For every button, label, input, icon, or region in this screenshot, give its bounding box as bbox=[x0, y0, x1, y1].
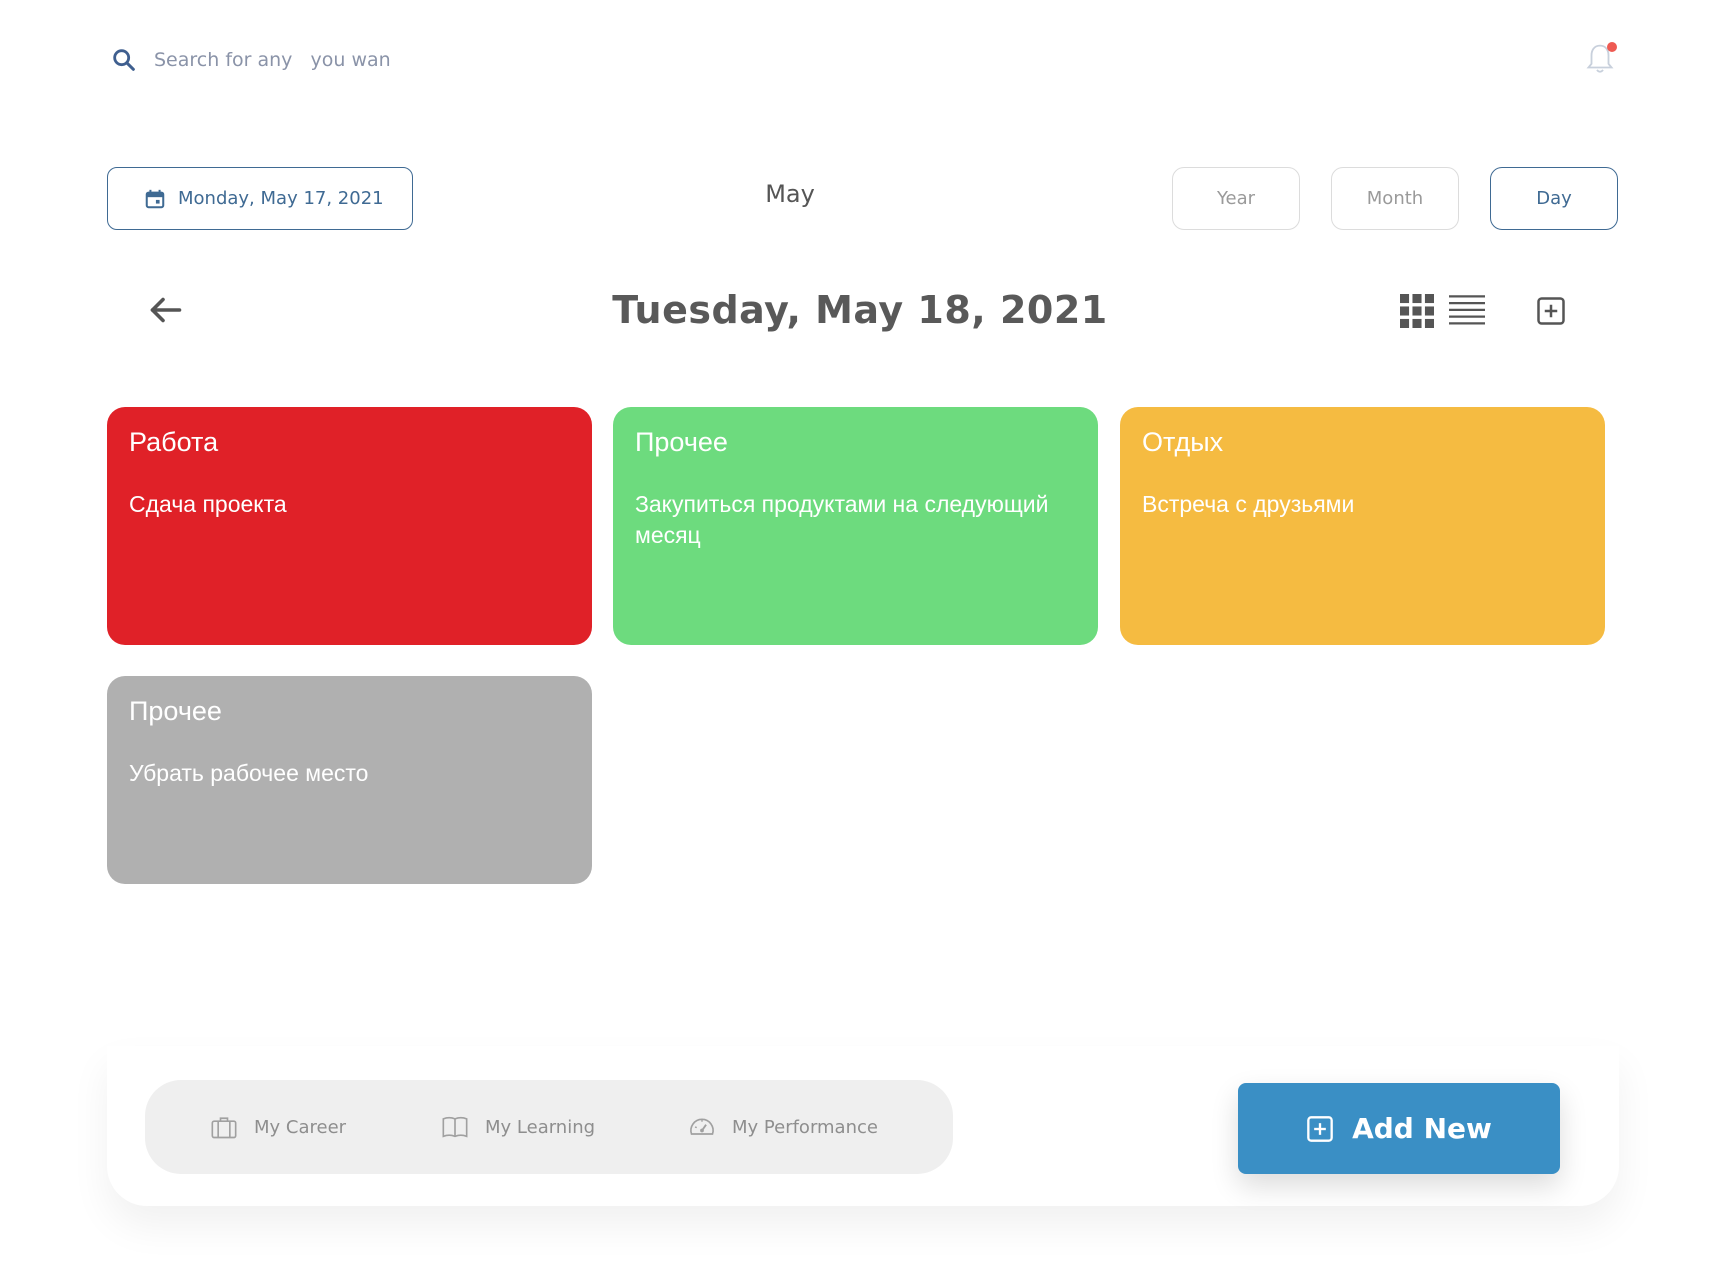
notification-button[interactable] bbox=[1585, 38, 1621, 78]
view-day-button[interactable]: Day bbox=[1490, 167, 1618, 230]
tab-my-career[interactable]: My Career bbox=[210, 1108, 346, 1146]
month-title: May bbox=[765, 180, 815, 208]
add-event-button[interactable] bbox=[1536, 296, 1566, 326]
date-picker-label: Monday, May 17, 2021 bbox=[178, 188, 384, 209]
speedometer-icon bbox=[690, 1118, 714, 1135]
tab-label: My Career bbox=[254, 1116, 347, 1138]
tab-my-learning[interactable]: My Learning bbox=[441, 1108, 595, 1146]
grid-view-button[interactable] bbox=[1400, 294, 1434, 328]
tab-label: My Performance bbox=[732, 1116, 878, 1138]
add-new-button[interactable]: Add New bbox=[1238, 1083, 1560, 1174]
list-view-button[interactable] bbox=[1449, 294, 1485, 328]
tab-my-performance[interactable]: My Performance bbox=[688, 1108, 878, 1146]
event-description: Закупиться продуктами на следующий месяц bbox=[635, 491, 1049, 548]
search-icon bbox=[113, 49, 135, 71]
back-button[interactable] bbox=[148, 292, 184, 328]
search-bar[interactable] bbox=[110, 40, 530, 80]
event-card[interactable]: Прочее Закупиться продуктами на следующи… bbox=[613, 407, 1098, 645]
event-category: Прочее bbox=[635, 427, 728, 457]
view-year-button[interactable]: Year bbox=[1172, 167, 1300, 230]
add-square-icon bbox=[1307, 1115, 1333, 1142]
event-category: Прочее bbox=[129, 696, 222, 726]
event-description: Сдача проекта bbox=[129, 491, 287, 517]
view-month-button[interactable]: Month bbox=[1331, 167, 1459, 230]
event-card[interactable]: Отдых Встреча с друзьями bbox=[1120, 407, 1605, 645]
grid-view-icon bbox=[1400, 294, 1434, 328]
search-input[interactable] bbox=[152, 48, 516, 72]
date-picker-button[interactable]: Monday, May 17, 2021 bbox=[107, 167, 413, 230]
event-category: Работа bbox=[129, 427, 219, 457]
tab-label: My Learning bbox=[485, 1116, 596, 1138]
event-card[interactable]: Работа Сдача проекта bbox=[107, 407, 592, 645]
unread-dot bbox=[1607, 42, 1617, 52]
add-square-icon bbox=[1537, 297, 1565, 325]
arrow-left-icon bbox=[150, 297, 182, 323]
day-title: Tuesday, May 18, 2021 bbox=[612, 288, 1108, 332]
list-view-icon bbox=[1449, 295, 1485, 325]
event-description: Убрать рабочее место bbox=[129, 760, 369, 786]
event-category: Отдых bbox=[1142, 427, 1224, 457]
briefcase-icon bbox=[211, 1117, 237, 1139]
book-icon bbox=[442, 1116, 468, 1138]
event-card[interactable]: Прочее Убрать рабочее место bbox=[107, 676, 592, 884]
calendar-icon bbox=[145, 189, 165, 208]
add-new-label: Add New bbox=[1352, 1112, 1492, 1145]
event-description: Встреча с друзьями bbox=[1142, 491, 1355, 517]
